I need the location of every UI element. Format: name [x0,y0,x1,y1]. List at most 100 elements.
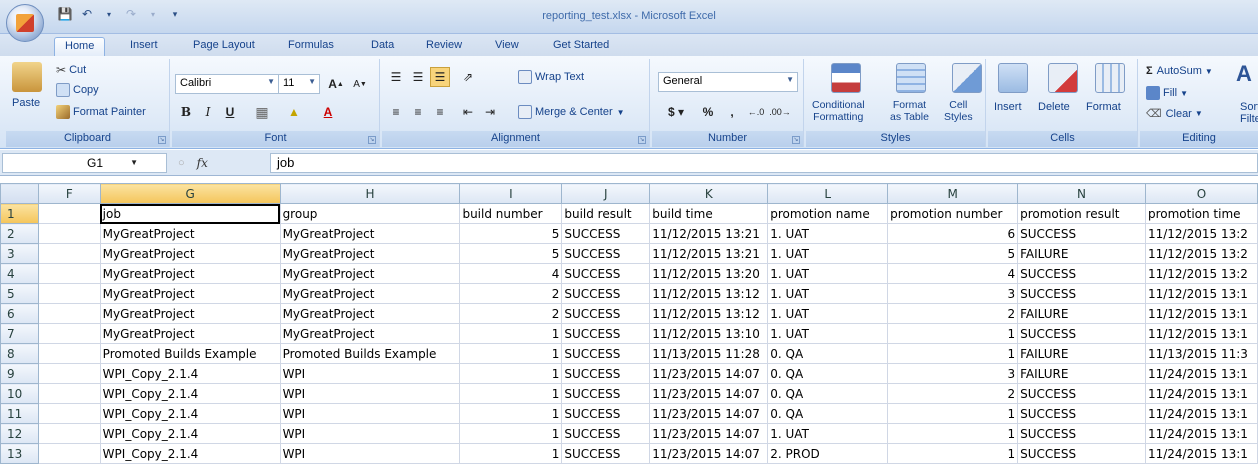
cell-l1[interactable]: promotion name [767,203,889,224]
cell-l3[interactable]: 1. UAT [767,243,889,264]
cell-g1[interactable]: job [99,203,281,224]
formula-input[interactable]: job [270,153,1258,173]
cell-g3[interactable]: MyGreatProject [99,243,281,264]
cell-h6[interactable]: MyGreatProject [279,303,461,324]
cell-n5[interactable]: SUCCESS [1017,283,1146,304]
align-right-icon[interactable]: ≡ [430,102,450,122]
cell-n1[interactable]: promotion result [1017,203,1146,224]
column-header-m[interactable]: M [887,183,1019,204]
cell-h1[interactable]: group [279,203,461,224]
cell-l4[interactable]: 1. UAT [767,263,889,284]
align-middle-icon[interactable]: ☰ [408,67,428,87]
cell-k5[interactable]: 11/12/2015 13:12 [649,283,769,304]
cell-o13[interactable]: 11/24/2015 13:1 [1144,443,1258,464]
decrease-indent-icon[interactable]: ⇤ [458,102,478,122]
cell-j8[interactable]: SUCCESS [561,343,651,364]
cell-g11[interactable]: WPI_Copy_2.1.4 [99,403,281,424]
dialog-launcher-icon[interactable]: ↘ [368,136,376,144]
cell-i3[interactable]: 5 [459,243,563,264]
row-header[interactable]: 4 [0,263,39,284]
delete-cells-icon[interactable] [1048,63,1078,93]
column-header-i[interactable]: I [459,183,563,204]
cell-g8[interactable]: Promoted Builds Example [99,343,281,364]
cell-i12[interactable]: 1 [459,423,563,444]
format-as-table-button[interactable]: Format as Table [890,99,929,123]
cell-i5[interactable]: 2 [459,283,563,304]
increase-indent-icon[interactable]: ⇥ [480,102,500,122]
comma-button[interactable]: , [722,102,742,122]
cell-i11[interactable]: 1 [459,403,563,424]
cell-j13[interactable]: SUCCESS [561,443,651,464]
cell-styles-button[interactable]: Cell Styles [944,99,973,123]
column-header-l[interactable]: L [767,183,889,204]
merge-center-button[interactable]: Merge & Center ▼ [518,105,625,119]
cell-o5[interactable]: 11/12/2015 13:1 [1144,283,1258,304]
dialog-launcher-icon[interactable]: ↘ [158,136,166,144]
format-cells-button[interactable]: Format [1086,101,1121,113]
cell-k7[interactable]: 11/12/2015 13:10 [649,323,769,344]
format-painter-button[interactable]: Format Painter [56,105,146,119]
row-header[interactable]: 2 [0,223,39,244]
align-left-icon[interactable]: ≡ [386,102,406,122]
cell-l6[interactable]: 1. UAT [767,303,889,324]
cell-h11[interactable]: WPI [279,403,461,424]
cell-h8[interactable]: Promoted Builds Example [279,343,461,364]
cell-j7[interactable]: SUCCESS [561,323,651,344]
column-header-j[interactable]: J [561,183,651,204]
bold-button[interactable]: B [176,102,196,122]
cell-f5[interactable] [37,283,101,304]
borders-icon[interactable]: ▦ [252,102,272,122]
cell-m13[interactable]: 1 [887,443,1019,464]
currency-button[interactable]: $ ▾ [658,102,694,122]
cell-j5[interactable]: SUCCESS [561,283,651,304]
cell-n6[interactable]: FAILURE [1017,303,1146,324]
cell-g13[interactable]: WPI_Copy_2.1.4 [99,443,281,464]
cell-i7[interactable]: 1 [459,323,563,344]
column-header-h[interactable]: H [279,183,461,204]
cell-k11[interactable]: 11/23/2015 14:07 [649,403,769,424]
tab-insert[interactable]: Insert [120,37,168,56]
row-header[interactable]: 13 [0,443,39,464]
cell-l2[interactable]: 1. UAT [767,223,889,244]
format-cells-icon[interactable] [1095,63,1125,93]
sort-filter-button[interactable]: SortFilte [1240,101,1258,125]
cut-button[interactable]: ✂ Cut [56,63,86,77]
cell-m8[interactable]: 1 [887,343,1019,364]
align-center-icon[interactable]: ≡ [408,102,428,122]
cell-o7[interactable]: 11/12/2015 13:1 [1144,323,1258,344]
fill-color-icon[interactable]: ▲ [284,102,304,122]
cell-l11[interactable]: 0. QA [767,403,889,424]
cell-g6[interactable]: MyGreatProject [99,303,281,324]
cell-m1[interactable]: promotion number [887,203,1019,224]
cell-o6[interactable]: 11/12/2015 13:1 [1144,303,1258,324]
cell-h5[interactable]: MyGreatProject [279,283,461,304]
underline-button[interactable]: U [220,102,240,122]
cell-o8[interactable]: 11/13/2015 11:3 [1144,343,1258,364]
wrap-text-button[interactable]: Wrap Text [518,70,584,84]
cell-k10[interactable]: 11/23/2015 14:07 [649,383,769,404]
cell-m6[interactable]: 2 [887,303,1019,324]
cell-n7[interactable]: SUCCESS [1017,323,1146,344]
cell-k1[interactable]: build time [649,203,769,224]
cell-k2[interactable]: 11/12/2015 13:21 [649,223,769,244]
cell-h7[interactable]: MyGreatProject [279,323,461,344]
format-as-table-icon[interactable] [896,63,926,93]
cell-f7[interactable] [37,323,101,344]
cell-o2[interactable]: 11/12/2015 13:2 [1144,223,1258,244]
tab-data[interactable]: Data [361,37,404,56]
row-header[interactable]: 5 [0,283,39,304]
cell-j6[interactable]: SUCCESS [561,303,651,324]
cell-f4[interactable] [37,263,101,284]
cell-o11[interactable]: 11/24/2015 13:1 [1144,403,1258,424]
cell-n12[interactable]: SUCCESS [1017,423,1146,444]
column-header-n[interactable]: N [1017,183,1146,204]
cell-n8[interactable]: FAILURE [1017,343,1146,364]
cell-l9[interactable]: 0. QA [767,363,889,384]
row-header[interactable]: 11 [0,403,39,424]
tab-home[interactable]: Home [54,37,106,56]
row-header[interactable]: 7 [0,323,39,344]
cell-n13[interactable]: SUCCESS [1017,443,1146,464]
font-color-button[interactable]: A [318,102,338,122]
cell-g2[interactable]: MyGreatProject [99,223,281,244]
select-all-corner[interactable] [0,183,39,204]
